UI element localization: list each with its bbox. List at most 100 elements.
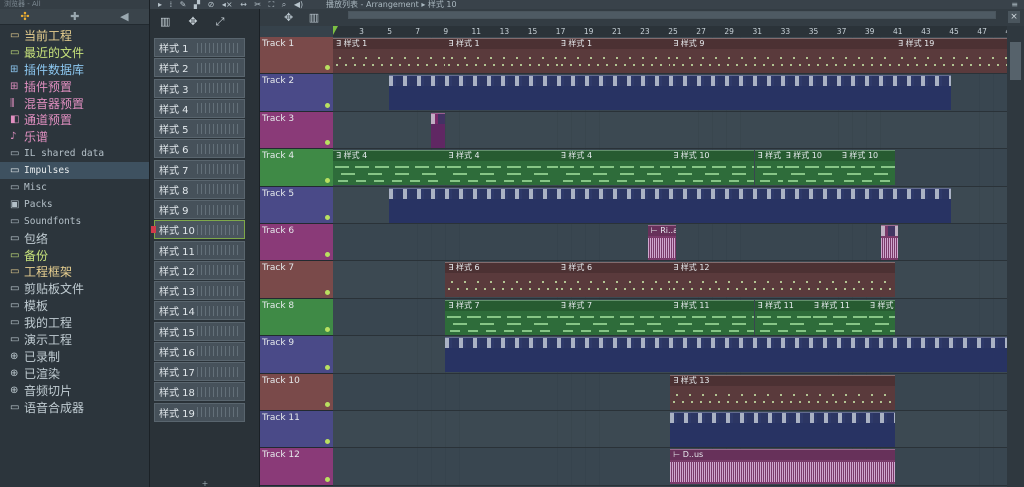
pattern-clip[interactable]: ∃ 样式 10: [782, 150, 839, 186]
zoom-tool-icon[interactable]: ⌕: [282, 0, 286, 9]
playhead-marker[interactable]: [333, 26, 338, 35]
speaker-tab-icon[interactable]: ◀: [120, 10, 128, 23]
track-lane[interactable]: ∃ 样式 13: [333, 373, 1007, 411]
track-header[interactable]: Track 8: [260, 298, 333, 337]
track-lane[interactable]: [333, 111, 1007, 150]
track-lane[interactable]: [333, 336, 1007, 374]
pattern-clip[interactable]: ∃ 样式 1: [333, 38, 446, 73]
track-lane[interactable]: [333, 411, 1007, 449]
pattern-clip[interactable]: [389, 187, 952, 223]
track-active-led[interactable]: [325, 364, 330, 370]
clip-menu-icon[interactable]: ⊢: [673, 450, 683, 459]
pattern-item[interactable]: 样式 11: [154, 240, 245, 260]
browser-item[interactable]: ▭ 最近的文件: [0, 44, 149, 61]
horizontal-scrollbar[interactable]: [348, 11, 996, 19]
browser-item[interactable]: ▭ Soundfonts: [0, 213, 149, 230]
track-lane[interactable]: ⊢ Ri..al: [333, 224, 1007, 262]
browser-item[interactable]: ⊞ 插件数据库: [0, 61, 149, 78]
clip-menu-icon[interactable]: ∃: [898, 39, 906, 48]
clip-menu-icon[interactable]: ∃: [448, 301, 456, 310]
track-header[interactable]: Track 4: [260, 149, 333, 187]
clip-menu-icon[interactable]: ∃: [673, 301, 681, 310]
pattern-item[interactable]: 样式 17: [154, 362, 245, 381]
pattern-item[interactable]: 样式 13: [154, 281, 245, 300]
pattern-item[interactable]: 样式 3: [154, 78, 245, 98]
track-lane[interactable]: ∃ 样式 7∃ 样式 7∃ 样式 11∃ 样式 11∃ 样式 11∃ 样式 11: [333, 298, 1007, 337]
pattern-clip[interactable]: ∃ 样式 4: [445, 150, 558, 186]
pattern-clip[interactable]: ∃ 样式 6: [445, 262, 558, 298]
slip-tool-icon[interactable]: ↔: [240, 0, 247, 9]
track-active-led[interactable]: [325, 140, 330, 146]
snap-icon[interactable]: ⁞: [170, 0, 173, 9]
track-active-led[interactable]: [325, 327, 330, 333]
track-active-led[interactable]: [325, 177, 330, 183]
move-icon[interactable]: ✥: [284, 11, 293, 24]
pattern-item[interactable]: 样式 15: [154, 321, 245, 341]
browser-item[interactable]: ▭ 备份: [0, 247, 149, 264]
pattern-clip[interactable]: [431, 112, 446, 148]
track-active-led[interactable]: [325, 252, 330, 258]
pattern-clip[interactable]: ∃ 样式 11: [670, 299, 755, 335]
pattern-clip[interactable]: ∃ 样式 12: [670, 262, 895, 298]
vertical-scrollbar[interactable]: [1007, 26, 1024, 487]
track-lane[interactable]: [333, 74, 1007, 112]
pattern-clip[interactable]: ∃ 样式 9: [670, 38, 895, 73]
delete-tool-icon[interactable]: ⊘: [208, 0, 215, 9]
track-header[interactable]: Track 5: [260, 186, 333, 224]
pattern-item[interactable]: 样式 2: [154, 58, 245, 78]
pattern-clip[interactable]: ∃ 样式 7: [557, 299, 671, 335]
clip-menu-icon[interactable]: ∃: [336, 39, 344, 48]
browser-item[interactable]: ▭ Impulses: [0, 162, 149, 180]
track-header[interactable]: Track 9: [260, 336, 333, 374]
pattern-clip[interactable]: ⊢ Ri..al: [647, 225, 676, 260]
play-arrow-icon[interactable]: ▸: [158, 0, 162, 9]
pattern-item[interactable]: 样式 18: [154, 382, 245, 402]
pattern-clip[interactable]: [445, 337, 1007, 373]
browser-item[interactable]: ▭ 包络: [0, 230, 149, 247]
piano-icon[interactable]: ▥: [160, 15, 170, 28]
browser-item[interactable]: ♪ 乐谱: [0, 128, 149, 145]
track-lane[interactable]: ⊢ D..us: [333, 448, 1007, 486]
track-lane[interactable]: ∃ 样式 1 ∃ 样式 1 ∃ 样式 1 ∃ 样式 9 ∃ 样式 19: [333, 37, 1007, 75]
clip-menu-icon[interactable]: ∃: [673, 376, 681, 385]
pattern-clip[interactable]: ∃ 样式 11: [754, 299, 811, 335]
pattern-clip[interactable]: [880, 225, 898, 260]
track-header[interactable]: Track 11: [260, 411, 333, 449]
pattern-item[interactable]: 样式 5: [154, 119, 245, 138]
pattern-clip[interactable]: ∃ 样式 1: [445, 38, 558, 73]
pattern-clip[interactable]: ∃ 样式 11: [866, 299, 895, 335]
clip-menu-icon[interactable]: ∃: [448, 39, 456, 48]
track-header[interactable]: Track 10: [260, 373, 333, 411]
add-pattern-icon[interactable]: +: [150, 480, 260, 487]
draw-tool-icon[interactable]: ✎: [180, 0, 187, 9]
browser-item[interactable]: ▭ 当前工程: [0, 27, 149, 44]
browser-item[interactable]: ⊕ 音频切片: [0, 382, 149, 399]
track-header[interactable]: Track 12: [260, 448, 333, 486]
pattern-clip[interactable]: ⊢ D..us: [670, 449, 895, 485]
pattern-clip[interactable]: ∃ 样式 7: [445, 299, 558, 335]
browser-item[interactable]: ▭ 剪贴板文件: [0, 280, 149, 297]
browser-item[interactable]: ▭ 工程框架: [0, 263, 149, 280]
menu-icon[interactable]: ≡: [1011, 0, 1018, 9]
all-files-tab-icon[interactable]: ✣: [20, 10, 29, 23]
pattern-item[interactable]: 样式 8: [154, 179, 245, 199]
pattern-clip[interactable]: ∃ 样式 19: [895, 38, 1007, 73]
close-icon[interactable]: ×: [1008, 11, 1020, 23]
pattern-clip[interactable]: ∃ 样式 1: [557, 38, 671, 73]
pattern-item[interactable]: 样式 16: [154, 341, 245, 361]
pattern-item[interactable]: 样式 14: [154, 301, 245, 321]
browser-item[interactable]: ◧ 通道预置: [0, 111, 149, 128]
track-active-led[interactable]: [325, 214, 330, 220]
pattern-clip[interactable]: ∃ 样式 10: [754, 150, 783, 186]
scrollbar-thumb[interactable]: [349, 12, 995, 18]
pattern-clip[interactable]: ∃ 样式 11: [810, 299, 867, 335]
slice-tool-icon[interactable]: ✂: [254, 0, 261, 9]
browser-item[interactable]: ▭ 演示工程: [0, 331, 149, 348]
clip-menu-icon[interactable]: ∃: [448, 263, 456, 272]
track-active-led[interactable]: [325, 289, 330, 295]
clip-menu-icon[interactable]: ∃: [870, 301, 878, 310]
browser-item[interactable]: ▭ 语音合成器: [0, 399, 149, 416]
clip-menu-icon[interactable]: ⊢: [651, 226, 661, 235]
browser-item[interactable]: ▣ Packs: [0, 196, 149, 213]
link-icon[interactable]: ⤢: [216, 15, 225, 29]
